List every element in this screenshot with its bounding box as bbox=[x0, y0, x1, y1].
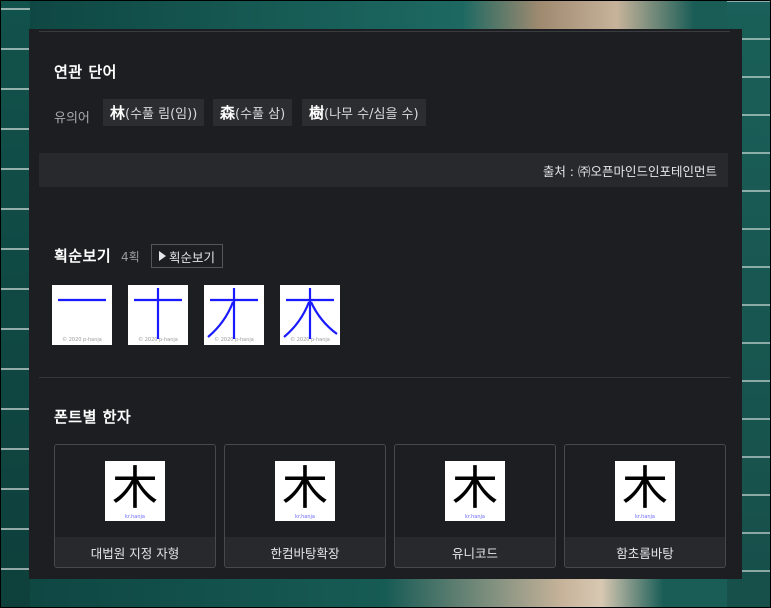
font-card-3[interactable]: 木 kr.hanja 유니코드 bbox=[394, 444, 556, 568]
stroke-order-title: 획순보기 bbox=[54, 247, 112, 265]
stroke-watermark: © 2020 p-hanja bbox=[62, 337, 102, 343]
font-mark: kr.hanja bbox=[635, 514, 655, 520]
font-glyph-image: 木 kr.hanja bbox=[275, 461, 335, 521]
synonym-reading: (수풀 삼) bbox=[235, 107, 286, 122]
synonym-reading: (수풀 림(임)) bbox=[125, 107, 198, 122]
related-words-title: 연관 단어 bbox=[54, 63, 117, 81]
stroke-step-2-drawing bbox=[134, 288, 182, 339]
synonym-chip-3[interactable]: 樹 (나무 수/심을 수) bbox=[302, 99, 426, 126]
stroke-watermark: © 2020 p-hanja bbox=[138, 337, 178, 343]
font-glyph-image: 木 kr.hanja bbox=[615, 461, 675, 521]
stroke-count: 4획 bbox=[121, 250, 140, 264]
source-bar: 출처 : ㈜오픈마인드인포테인먼트 bbox=[39, 153, 728, 187]
font-card-1[interactable]: 木 kr.hanja 대법원 지정 자형 bbox=[54, 444, 216, 568]
font-glyph: 木 bbox=[112, 461, 158, 515]
stroke-watermark: © 2020 p-hanja bbox=[214, 337, 254, 343]
dictionary-panel: 연관 단어 유의어 林 (수풀 림(임)) 森 (수풀 삼) 樹 (나무 수/심… bbox=[29, 29, 742, 579]
top-divider bbox=[39, 31, 730, 32]
font-glyph: 木 bbox=[282, 461, 328, 515]
stroke-step-1-drawing bbox=[58, 298, 106, 302]
font-glyph: 木 bbox=[622, 461, 668, 515]
synonym-reading: (나무 수/심을 수) bbox=[324, 107, 419, 122]
font-card-label: 한컴바탕확장 bbox=[225, 537, 385, 567]
section-divider bbox=[39, 377, 730, 378]
synonym-hanja: 樹 bbox=[309, 104, 325, 122]
synonym-chip-2[interactable]: 森 (수풀 삼) bbox=[213, 99, 293, 126]
synonym-chip-1[interactable]: 林 (수풀 림(임)) bbox=[103, 99, 205, 126]
font-card-2[interactable]: 木 kr.hanja 한컴바탕확장 bbox=[224, 444, 386, 568]
font-card-label: 함초롬바탕 bbox=[565, 537, 725, 567]
background-top bbox=[0, 0, 771, 30]
background-bottom bbox=[0, 578, 771, 608]
font-glyph-image: 木 kr.hanja bbox=[445, 461, 505, 521]
font-card-4[interactable]: 木 kr.hanja 함초롬바탕 bbox=[564, 444, 726, 568]
font-glyph-image: 木 kr.hanja bbox=[105, 461, 165, 521]
stroke-step-3-drawing bbox=[207, 288, 258, 339]
stroke-watermark: © 2020 p-hanja bbox=[290, 337, 330, 343]
background-left bbox=[0, 0, 30, 608]
font-mark: kr.hanja bbox=[125, 514, 145, 520]
play-icon bbox=[159, 251, 166, 261]
synonym-hanja: 林 bbox=[110, 104, 126, 122]
font-card-label: 대법원 지정 자형 bbox=[55, 537, 215, 567]
stroke-order-button-label: 획순보기 bbox=[169, 249, 216, 265]
stroke-step-2: © 2020 p-hanja bbox=[128, 285, 188, 345]
synonym-label: 유의어 bbox=[54, 111, 90, 126]
source-text: 출처 : ㈜오픈마인드인포테인먼트 bbox=[542, 163, 717, 179]
font-mark: kr.hanja bbox=[465, 514, 485, 520]
stroke-order-button[interactable]: 획순보기 bbox=[151, 244, 224, 268]
synonym-hanja: 森 bbox=[220, 104, 236, 122]
stroke-step-1: © 2020 p-hanja bbox=[52, 285, 112, 345]
stroke-step-4: © 2020 p-hanja bbox=[280, 285, 340, 345]
font-mark: kr.hanja bbox=[295, 514, 315, 520]
font-glyph: 木 bbox=[452, 461, 498, 515]
stroke-step-3: © 2020 p-hanja bbox=[204, 285, 264, 345]
font-hanja-title: 폰트별 한자 bbox=[54, 408, 132, 426]
stroke-step-4-drawing bbox=[283, 288, 338, 339]
font-card-label: 유니코드 bbox=[395, 537, 555, 567]
